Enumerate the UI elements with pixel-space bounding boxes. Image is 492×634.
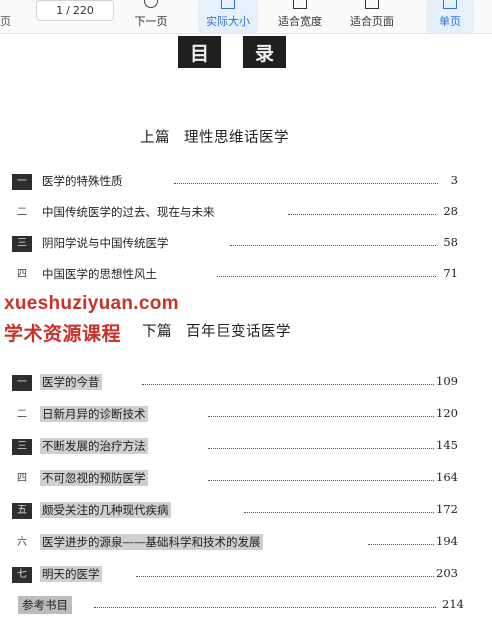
leader-dots bbox=[230, 245, 436, 246]
entry-title: 中国传统医学的过去、现在与未来 bbox=[42, 205, 215, 219]
fit-page-icon bbox=[365, 0, 379, 9]
entry-number: 四 bbox=[17, 473, 27, 484]
part2-title-text: 百年巨变话医学 bbox=[186, 324, 291, 340]
entry-number: 三 bbox=[12, 439, 32, 455]
next-page-button[interactable]: 下一页 bbox=[128, 0, 174, 33]
fit-page-button[interactable]: 适合页面 bbox=[342, 0, 402, 33]
fit-width-button[interactable]: 适合宽度 bbox=[270, 0, 330, 33]
entry-title: 不断发展的治疗方法 bbox=[40, 438, 148, 454]
entry-number: 二 bbox=[17, 207, 27, 218]
toc-entry[interactable]: 六 医学进步的源泉——基础科学和技术的发展 194 bbox=[12, 533, 464, 553]
entry-title: 中国医学的思想性风土 bbox=[42, 267, 157, 281]
single-page-icon bbox=[443, 0, 457, 9]
entry-page: 164 bbox=[436, 470, 458, 484]
part2-title: 下篇 百年巨变话医学 bbox=[142, 320, 291, 341]
toc-heading: 目 录 bbox=[178, 36, 286, 68]
entry-title: 医学的特殊性质 bbox=[42, 174, 123, 188]
entry-title: 明天的医学 bbox=[40, 566, 102, 582]
part2-label: 下篇 bbox=[142, 324, 172, 340]
fit-page-label: 适合页面 bbox=[350, 15, 394, 28]
entry-number: 一 bbox=[12, 174, 32, 190]
entry-page: 109 bbox=[436, 374, 458, 388]
entry-title: 日新月异的诊断技术 bbox=[40, 406, 148, 422]
toc-entry[interactable]: 四 中国医学的思想性风土 71 bbox=[12, 265, 464, 285]
toc-entry[interactable]: 四 不可忽视的预防医学 164 bbox=[12, 469, 464, 489]
toc-entry[interactable]: 三 不断发展的治疗方法 145 bbox=[12, 437, 464, 457]
references-page: 214 bbox=[442, 597, 464, 611]
entry-title: 不可忽视的预防医学 bbox=[40, 470, 148, 486]
entry-title: 颇受关注的几种现代疾病 bbox=[40, 502, 171, 518]
page-separator: / bbox=[66, 4, 70, 17]
toc-entry[interactable]: 三 阴阳学说与中国传统医学 58 bbox=[12, 234, 464, 254]
leader-dots bbox=[288, 214, 436, 215]
entry-page: 28 bbox=[443, 204, 458, 218]
entry-number: 六 bbox=[17, 537, 27, 548]
part1-label: 上篇 bbox=[140, 130, 170, 146]
part1-title-text: 理性思维话医学 bbox=[184, 130, 289, 146]
leader-dots bbox=[94, 607, 436, 608]
actual-size-button[interactable]: 实际大小 bbox=[198, 0, 258, 33]
leader-dots bbox=[208, 480, 434, 481]
toc-entry[interactable]: 二 中国传统医学的过去、现在与未来 28 bbox=[12, 203, 464, 223]
fit-width-icon bbox=[293, 0, 307, 9]
entry-page: 3 bbox=[450, 173, 458, 187]
entry-page: 58 bbox=[443, 235, 458, 249]
leader-dots bbox=[208, 416, 434, 417]
leader-dots bbox=[217, 276, 436, 277]
references-title: 参考书目 bbox=[18, 596, 72, 614]
single-page-label: 单页 bbox=[439, 15, 461, 28]
entry-page: 120 bbox=[436, 406, 458, 420]
watermark-text: 学术资源课程 bbox=[4, 324, 122, 345]
toc-entry[interactable]: 七 明天的医学 203 bbox=[12, 565, 464, 585]
toc-entry[interactable]: 五 颇受关注的几种现代疾病 172 bbox=[12, 501, 464, 521]
entry-page: 172 bbox=[436, 502, 458, 516]
fit-width-label: 适合宽度 bbox=[278, 15, 322, 28]
entry-page: 194 bbox=[436, 534, 458, 548]
entry-page: 203 bbox=[436, 566, 458, 580]
part1-title: 上篇 理性思维话医学 bbox=[140, 126, 289, 147]
current-page[interactable]: 1 bbox=[56, 4, 63, 17]
leader-dots bbox=[244, 512, 434, 513]
entry-title: 医学进步的源泉——基础科学和技术的发展 bbox=[40, 534, 263, 550]
entry-title: 医学的今昔 bbox=[40, 374, 102, 390]
entry-number: 一 bbox=[12, 375, 32, 391]
entry-number: 七 bbox=[12, 567, 32, 583]
pdf-toolbar: 页 1/220 下一页 实际大小 适合宽度 适合页面 单页 bbox=[0, 0, 492, 34]
entry-number: 二 bbox=[17, 409, 27, 420]
entry-number: 四 bbox=[17, 269, 27, 280]
single-page-button[interactable]: 单页 bbox=[426, 0, 474, 33]
page-number-field[interactable]: 1/220 bbox=[36, 0, 114, 21]
actual-size-label: 实际大小 bbox=[206, 15, 250, 28]
next-page-label: 下一页 bbox=[134, 15, 168, 28]
leader-dots bbox=[208, 448, 434, 449]
next-page-icon bbox=[144, 0, 158, 8]
total-pages: 220 bbox=[72, 4, 94, 17]
entry-number: 三 bbox=[12, 236, 32, 252]
entry-number: 五 bbox=[12, 503, 32, 519]
entry-page: 145 bbox=[436, 438, 458, 452]
leader-dots bbox=[142, 384, 434, 385]
actual-size-icon bbox=[221, 0, 235, 9]
toc-entry[interactable]: 一 医学的特殊性质 3 bbox=[12, 172, 464, 192]
references-entry[interactable]: 参考书目 214 bbox=[18, 596, 464, 616]
toc-heading-char: 目 bbox=[178, 36, 221, 68]
toc-heading-char: 录 bbox=[243, 36, 286, 68]
leader-dots bbox=[136, 576, 434, 577]
leader-dots bbox=[174, 183, 438, 184]
toolbar-cut-label: 页 bbox=[0, 15, 11, 28]
entry-title: 阴阳学说与中国传统医学 bbox=[42, 236, 169, 250]
toc-entry[interactable]: 一 医学的今昔 109 bbox=[12, 373, 464, 393]
watermark-url: xueshuziyuan.com bbox=[4, 293, 179, 314]
leader-dots bbox=[368, 544, 434, 545]
toc-entry[interactable]: 二 日新月异的诊断技术 120 bbox=[12, 405, 464, 425]
entry-page: 71 bbox=[443, 266, 458, 280]
